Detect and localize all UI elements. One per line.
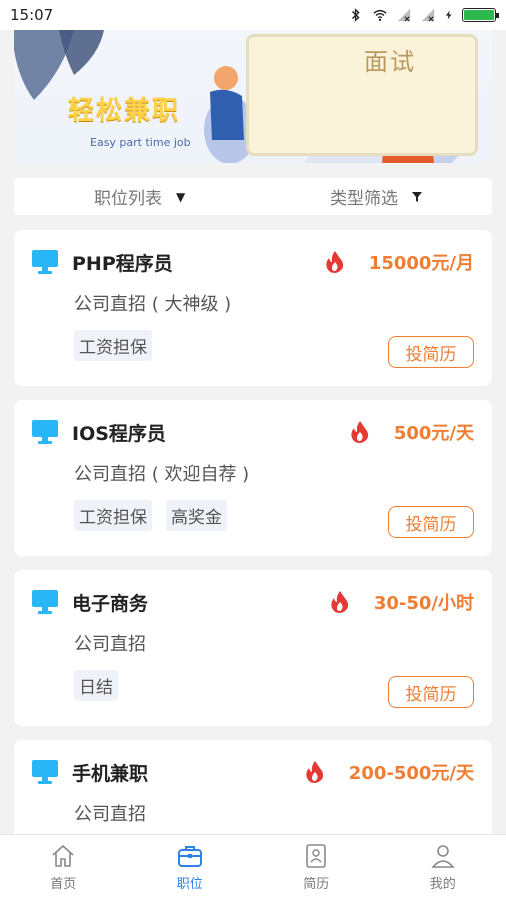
- status-time: 15:07: [10, 6, 54, 24]
- user-icon: [431, 845, 455, 868]
- nav-item-home[interactable]: 首页: [0, 843, 126, 892]
- company-name: 公司直招: [74, 804, 146, 825]
- nav-label: 我的: [429, 877, 456, 892]
- promo-banner[interactable]: 面试 轻松兼职 Easy part time job: [14, 30, 492, 163]
- charging-icon: [445, 10, 452, 20]
- board-text: 面试: [364, 48, 416, 76]
- salary: 200-500元/天: [348, 763, 474, 784]
- briefcase-icon: [177, 846, 202, 867]
- monitor-icon: [32, 250, 58, 274]
- job-title: IOS程序员: [72, 422, 166, 445]
- signal-icon: [421, 8, 435, 22]
- salary: 15000元/月: [368, 253, 474, 274]
- nav-item-resume[interactable]: 简历: [253, 843, 379, 892]
- company-name: 公司直招 ( 欢迎自荐 ): [74, 464, 250, 485]
- monitor-icon: [32, 420, 58, 444]
- apply-resume-button[interactable]: 投简历: [388, 506, 474, 538]
- job-card[interactable]: PHP程序员 15000元/月 公司直招 ( 大神级 ) 工资担保 投简历: [14, 230, 492, 386]
- company-name: 公司直招: [74, 634, 146, 655]
- nav-item-jobs[interactable]: 职位: [127, 843, 253, 892]
- type-filter-label: 类型筛选: [330, 189, 398, 209]
- banner-brand: 轻松兼职: [68, 96, 181, 126]
- status-bar: 15:07: [0, 0, 506, 30]
- salary: 500元/天: [393, 423, 474, 444]
- wifi-icon: [373, 9, 387, 21]
- tag-list: 日结: [74, 670, 118, 701]
- tag: 工资担保: [74, 330, 152, 361]
- company-name: 公司直招 ( 大神级 ): [74, 294, 232, 315]
- job-list-label: 职位列表: [94, 189, 162, 209]
- fire-icon: [306, 761, 323, 783]
- filter-icon: [412, 191, 422, 202]
- job-title: 手机兼职: [72, 762, 149, 785]
- nav-label: 职位: [176, 877, 203, 892]
- job-title: 电子商务: [72, 592, 149, 615]
- status-icons: [348, 8, 499, 22]
- monitor-icon: [32, 760, 58, 784]
- nav-label: 简历: [303, 877, 330, 892]
- salary: 30-50/小时: [373, 593, 474, 614]
- tag: 高奖金: [166, 500, 227, 531]
- job-title: PHP程序员: [72, 252, 173, 275]
- apply-resume-button[interactable]: 投简历: [388, 336, 474, 368]
- job-list-dropdown[interactable]: 职位列表 ▼: [94, 184, 185, 209]
- fire-icon: [326, 251, 343, 273]
- caret-down-icon: ▼: [176, 189, 186, 204]
- apply-resume-button[interactable]: 投简历: [388, 676, 474, 708]
- battery-icon: [462, 8, 499, 22]
- home-icon: [52, 845, 74, 867]
- interview-board: [246, 34, 478, 156]
- banner-subtitle: Easy part time job: [90, 136, 191, 149]
- bluetooth-icon: [352, 8, 360, 22]
- tag: 工资担保: [74, 500, 152, 531]
- filter-bar: 职位列表 ▼ 类型筛选: [14, 178, 492, 215]
- job-card[interactable]: 电子商务 30-50/小时 公司直招 日结 投简历: [14, 570, 492, 726]
- job-card[interactable]: IOS程序员 500元/天 公司直招 ( 欢迎自荐 ) 工资担保 高奖金 投简历: [14, 400, 492, 556]
- type-filter-dropdown[interactable]: 类型筛选: [330, 184, 422, 209]
- monitor-icon: [32, 590, 58, 614]
- fire-icon: [331, 591, 348, 613]
- fire-icon: [351, 421, 368, 443]
- bottom-nav: 首页 职位 简历 我的: [0, 834, 506, 900]
- signal-icon: [397, 8, 411, 22]
- tag-list: 工资担保: [74, 330, 152, 361]
- tag-list: 工资担保 高奖金: [74, 500, 227, 531]
- tag: 日结: [74, 670, 118, 701]
- nav-label: 首页: [50, 877, 77, 892]
- nav-item-mine[interactable]: 我的: [380, 843, 506, 892]
- resume-icon: [306, 844, 327, 868]
